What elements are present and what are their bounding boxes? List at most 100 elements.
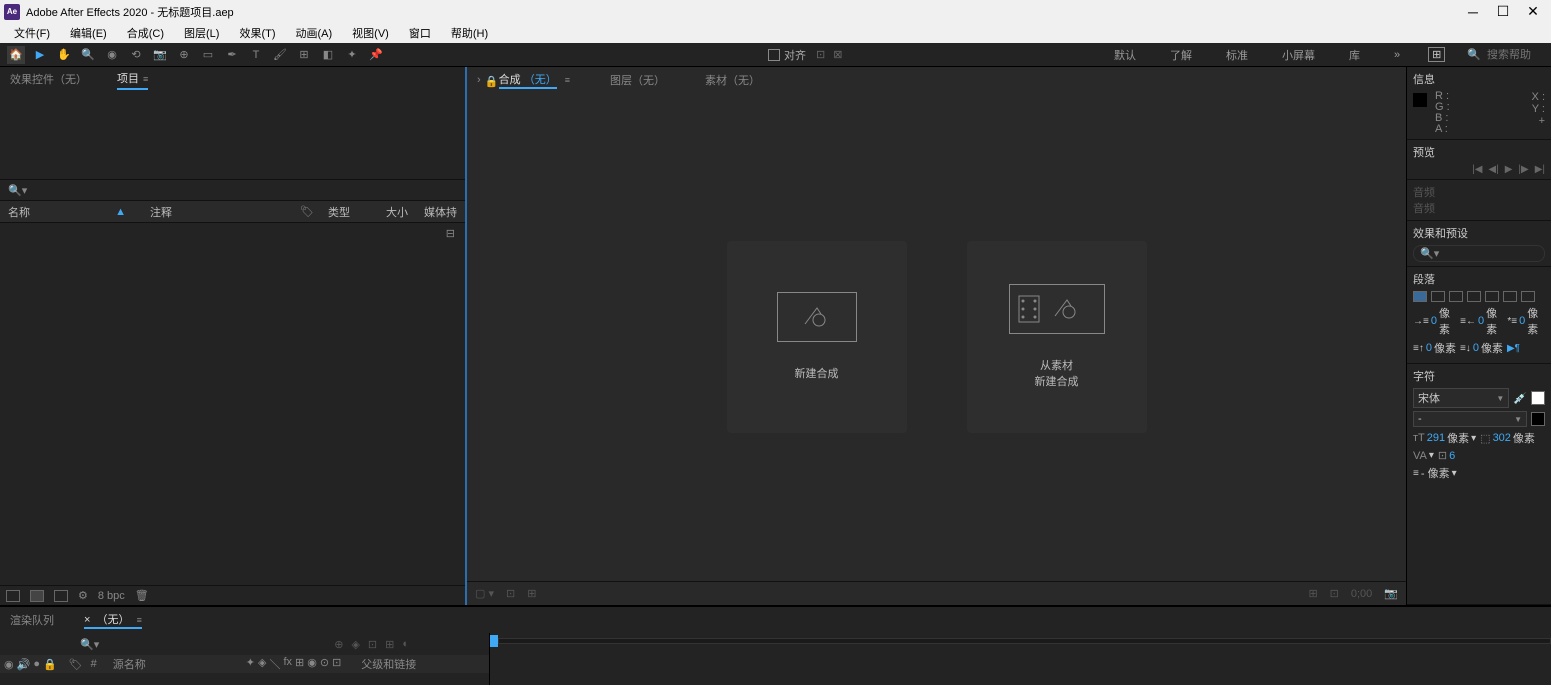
time-display[interactable]: 0;00 xyxy=(1351,588,1372,600)
menu-composition[interactable]: 合成(C) xyxy=(117,23,174,43)
orbit-tool[interactable]: ◉ xyxy=(103,46,121,64)
tab-composition[interactable]: › 🔒 合成 （无） ≡ xyxy=(477,71,570,89)
roto-tool[interactable]: ✦ xyxy=(343,46,361,64)
workspace-standard[interactable]: 标准 xyxy=(1220,45,1254,65)
switch-icon-2[interactable]: ◈ xyxy=(258,656,266,672)
menu-file[interactable]: 文件(F) xyxy=(4,23,60,43)
pen-tool[interactable]: ✒ xyxy=(223,46,241,64)
col-type[interactable]: 类型 xyxy=(320,204,358,220)
source-name-col[interactable]: 源名称 xyxy=(113,656,146,672)
col-size[interactable]: 大小 xyxy=(378,204,416,220)
hand-tool[interactable]: ✋ xyxy=(55,46,73,64)
switch-icon-8[interactable]: ⊡ xyxy=(332,656,341,672)
camera-icon[interactable]: 📷 xyxy=(1384,587,1398,600)
sort-arrow-icon[interactable]: ▲ xyxy=(107,206,134,218)
align-left-button[interactable] xyxy=(1413,291,1427,302)
selection-tool[interactable]: ▶ xyxy=(31,46,49,64)
last-frame-button[interactable]: ▶| xyxy=(1535,164,1545,175)
workspace-default[interactable]: 默认 xyxy=(1108,45,1142,65)
tl-icon-2[interactable]: ◈ xyxy=(351,638,359,651)
leading[interactable]: ⬚ 302 像素 xyxy=(1480,430,1535,446)
workspace-libraries[interactable]: 库 xyxy=(1343,45,1366,65)
new-folder-icon[interactable] xyxy=(30,590,44,602)
switch-icon-4[interactable]: fx xyxy=(283,656,292,672)
menu-window[interactable]: 窗口 xyxy=(399,23,441,43)
indent-left[interactable]: →≡ 0 像素 xyxy=(1413,305,1456,337)
mask-icon[interactable]: ⊡ xyxy=(1330,587,1339,600)
parent-col[interactable]: 父级和链接 xyxy=(361,656,416,672)
menu-effect[interactable]: 效果(T) xyxy=(229,23,285,43)
stroke-color-swatch[interactable] xyxy=(1531,412,1545,426)
indent-right[interactable]: ≡← 0 像素 xyxy=(1460,305,1503,337)
solo-col-icon[interactable]: ● xyxy=(33,658,40,671)
font-family-select[interactable]: 宋体▼ xyxy=(1413,388,1509,408)
col-media[interactable]: 媒体持 xyxy=(416,204,465,220)
resolution-control[interactable]: ⊡ xyxy=(506,587,515,600)
menu-animation[interactable]: 动画(A) xyxy=(286,23,343,43)
snap-icon-1[interactable]: ⊡ xyxy=(816,48,825,61)
font-size[interactable]: тT 291 像素 ▾ xyxy=(1413,430,1476,446)
fast-preview-control[interactable]: ⊞ xyxy=(527,587,536,600)
guides-icon[interactable]: ⊞ xyxy=(1308,587,1317,600)
tab-effect-controls[interactable]: 效果控件（无） xyxy=(10,71,87,89)
tab-layer[interactable]: 图层（无） xyxy=(610,72,665,88)
tab-menu-icon[interactable]: ≡ xyxy=(143,74,148,84)
switch-icon-7[interactable]: ⊙ xyxy=(320,656,329,672)
puppet-tool[interactable]: 📌 xyxy=(367,46,385,64)
pan-behind-tool[interactable]: ⊕ xyxy=(175,46,193,64)
justify-right-button[interactable] xyxy=(1503,291,1517,302)
col-comment[interactable]: 注释 xyxy=(142,204,180,220)
justify-center-button[interactable] xyxy=(1485,291,1499,302)
stroke-width[interactable]: ≡ - 像素 ▾ xyxy=(1413,465,1457,481)
switch-icon-6[interactable]: ◉ xyxy=(307,656,317,672)
new-comp-icon[interactable] xyxy=(54,590,68,602)
tracking[interactable]: ⊡ 6 xyxy=(1438,449,1455,462)
workspace-small[interactable]: 小屏幕 xyxy=(1276,45,1321,65)
label-col-icon[interactable]: 🏷 xyxy=(69,658,83,671)
zoom-tool[interactable]: 🔍 xyxy=(79,46,97,64)
tl-icon-1[interactable]: ⊕ xyxy=(334,638,343,651)
first-frame-button[interactable]: |◀ xyxy=(1472,164,1482,175)
time-ruler[interactable] xyxy=(498,638,1551,644)
space-before[interactable]: ≡↑ 0 像素 xyxy=(1413,340,1456,356)
new-comp-from-footage-button[interactable]: 从素材新建合成 xyxy=(967,241,1147,433)
fx-search-input[interactable]: 🔍▾ xyxy=(1413,245,1545,262)
clone-tool[interactable]: ⊞ xyxy=(295,46,313,64)
workspace-reset-icon[interactable]: ⊞ xyxy=(1428,47,1445,62)
audio-col-icon[interactable]: 🔊 xyxy=(17,658,31,671)
workspace-learn[interactable]: 了解 xyxy=(1164,45,1198,65)
font-style-select[interactable]: -▼ xyxy=(1413,411,1527,427)
align-center-button[interactable] xyxy=(1431,291,1445,302)
maximize-button[interactable]: ☐ xyxy=(1497,6,1509,18)
menu-layer[interactable]: 图层(L) xyxy=(174,23,229,43)
rectangle-tool[interactable]: ▭ xyxy=(199,46,217,64)
time-indicator[interactable] xyxy=(490,635,498,647)
prev-frame-button[interactable]: ◀| xyxy=(1488,164,1498,175)
next-frame-button[interactable]: |▶ xyxy=(1518,164,1528,175)
tl-icon-5[interactable]: ◐ xyxy=(402,638,409,651)
menu-view[interactable]: 视图(V) xyxy=(342,23,399,43)
tl-icon-4[interactable]: ⊞ xyxy=(385,638,394,651)
snap-icon-2[interactable]: ⊠ xyxy=(833,48,842,61)
switch-icon-1[interactable]: ✦ xyxy=(246,656,255,672)
justify-left-button[interactable] xyxy=(1467,291,1481,302)
switch-icon-3[interactable]: ＼ xyxy=(269,656,280,672)
kerning[interactable]: VA ▾ xyxy=(1413,450,1434,462)
search-help-input[interactable] xyxy=(1487,49,1547,61)
lock-icon[interactable]: 🔒 xyxy=(485,75,495,85)
space-after[interactable]: ≡↓ 0 像素 xyxy=(1460,340,1503,356)
fill-color-swatch[interactable] xyxy=(1531,391,1545,405)
timeline-search[interactable]: 🔍▾ xyxy=(80,638,99,651)
comp-tab-menu-icon[interactable]: ≡ xyxy=(565,75,570,85)
tab-render-queue[interactable]: 渲染队列 xyxy=(10,612,54,628)
para-direction[interactable]: ▶¶ xyxy=(1507,340,1520,356)
minimize-button[interactable]: ─ xyxy=(1467,6,1479,18)
rotate-tool[interactable]: ⟲ xyxy=(127,46,145,64)
home-tool[interactable]: 🏠 xyxy=(7,46,25,64)
align-right-button[interactable] xyxy=(1449,291,1463,302)
tl-icon-3[interactable]: ⊡ xyxy=(368,638,377,651)
play-button[interactable]: ▶ xyxy=(1505,164,1513,175)
switch-icon-5[interactable]: ⊞ xyxy=(295,656,304,672)
snap-checkbox[interactable] xyxy=(768,49,780,61)
col-name[interactable]: 名称 xyxy=(0,204,107,220)
